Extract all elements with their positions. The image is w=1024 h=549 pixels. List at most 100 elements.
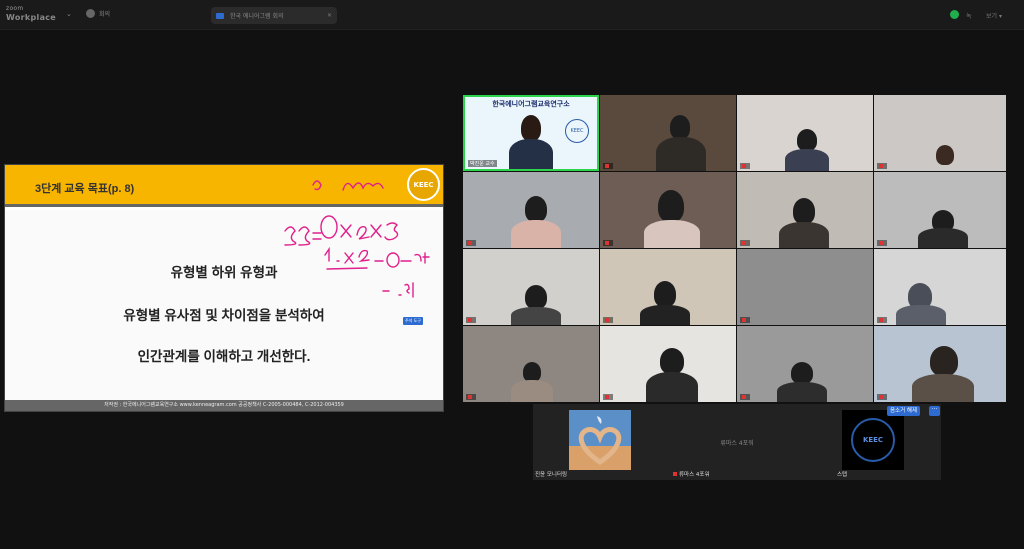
close-icon[interactable]: ✕ [327,12,332,19]
participant-body [511,307,561,325]
participant-head [525,285,547,309]
slide-line: 유형별 유사점 및 차이점을 분석하여 [123,308,325,323]
shield-icon [86,9,95,18]
participant-body [511,220,561,248]
app-brand: zoom Workplace [6,4,56,22]
shared-screen: 3단계 교육 목표(p. 8) KEEC 유형별 하위 유형과 유형별 유사점 … [4,164,444,412]
participant-body [896,305,946,325]
logo-text: KEEC [413,180,434,189]
participant-name: 류마스 4포워 [673,470,710,478]
video-tile[interactable] [737,249,873,325]
participant-body [912,374,974,402]
video-tile[interactable] [600,95,736,171]
video-tile[interactable] [463,249,599,325]
participant-name-center: 류마스 4포워 [720,440,754,447]
participant-head [670,115,690,139]
top-bar: zoom Workplace ⌄ 회의 한국 에니어그램 회의 ✕ 녹 보기 ▾ [0,0,1024,30]
mic-muted-icon [468,394,472,399]
more-options-button[interactable]: ··· [929,406,940,416]
video-tile[interactable] [600,172,736,248]
mic-muted-icon [742,240,746,245]
mic-muted-icon [742,317,746,322]
logo-text: KEEC [862,436,884,444]
host-banner: 한국에니어그램교육연구소 [492,100,570,108]
brand-name: Workplace [6,13,57,22]
host-button[interactable]: 회의 [86,9,110,18]
participant-head [521,115,541,141]
video-tile[interactable] [874,326,1006,402]
participant-head [523,362,541,382]
participant-name-text: 류마스 4포워 [679,472,710,478]
host-label: 회의 [99,11,111,18]
logo-text: KEEC [570,128,584,134]
participant-name [877,317,887,323]
participant-name [877,163,887,169]
participant-body [656,137,706,171]
participant-name [466,394,476,400]
recording-indicator-icon [950,10,959,19]
participant-head [525,196,547,222]
mic-muted-icon [879,163,883,168]
mic-muted-icon [605,317,609,322]
video-tile[interactable] [874,172,1006,248]
participant-name [466,317,476,323]
mic-muted-icon [605,240,609,245]
video-tile[interactable]: 진윤 모니터링 [533,404,669,480]
heart-hands-image [569,410,631,470]
video-tile[interactable] [600,249,736,325]
participant-body [777,382,827,402]
participant-name [740,163,750,169]
participant-head [936,145,954,165]
mic-muted-icon [605,394,609,399]
participant-body [640,305,690,325]
participant-name: 스탭 [837,472,848,478]
video-tile[interactable] [874,95,1006,171]
mic-muted-icon [468,240,472,245]
view-button[interactable]: 보기 ▾ [986,11,1002,20]
mic-muted-icon [605,163,609,168]
participant-name-text: 박진운 교수 [470,161,495,167]
participant-name [603,163,613,169]
meeting-info-pill[interactable]: 한국 에니어그램 회의 ✕ [211,7,337,24]
brand-small: zoom [6,5,24,12]
record-label: 녹 [966,13,972,20]
heart-icon [569,416,631,470]
participant-head [658,190,684,222]
slide-title: 3단계 교육 목표(p. 8) [35,183,135,195]
mic-muted-icon [879,240,883,245]
enneagram-logo-icon: KEEC [565,119,589,143]
mic-muted-icon [468,317,472,322]
video-tile[interactable] [600,326,736,402]
slide-footer: 저작권 : 한국에니어그램교육연구소 www.kenneagram.com 공공… [5,400,443,411]
participant-body [918,228,968,248]
video-tile[interactable] [874,249,1006,325]
slide-line: 인간관계를 이해하고 개선한다. [137,349,311,364]
unmute-button[interactable]: 음소거 해제 [887,406,921,416]
enneagram-logo-icon: KEEC [842,410,904,470]
participant-name: 박진운 교수 [468,160,497,167]
participant-body [785,149,829,171]
participant-head [793,198,815,224]
participant-body [644,220,700,248]
mic-muted-icon [742,163,746,168]
participant-body [511,380,553,402]
video-tile[interactable] [737,172,873,248]
meeting-label: 한국 에니어그램 회의 [230,13,284,20]
participant-name [603,240,613,246]
participant-name [740,394,750,400]
slide-header: 3단계 교육 목표(p. 8) KEEC [5,165,443,207]
chevron-down-icon[interactable]: ⌄ [66,10,72,18]
video-tile[interactable]: 류마스 4포워 류마스 4포워 [669,404,805,480]
slide-body: 유형별 하위 유형과 유형별 유사점 및 차이점을 분석하여 인간관계를 이해하… [5,210,443,400]
participant-name [877,240,887,246]
participant-head [797,129,817,151]
video-tile[interactable] [463,172,599,248]
video-tile-host[interactable]: 한국에니어그램교육연구소 KEEC 박진운 교수 [463,95,599,171]
mic-muted-icon [742,394,746,399]
participant-name [603,317,613,323]
video-tile[interactable] [463,326,599,402]
participant-name [877,394,887,400]
video-tile[interactable] [737,95,873,171]
annotator-tag: 주석 도구 [403,317,423,325]
video-tile[interactable] [737,326,873,402]
